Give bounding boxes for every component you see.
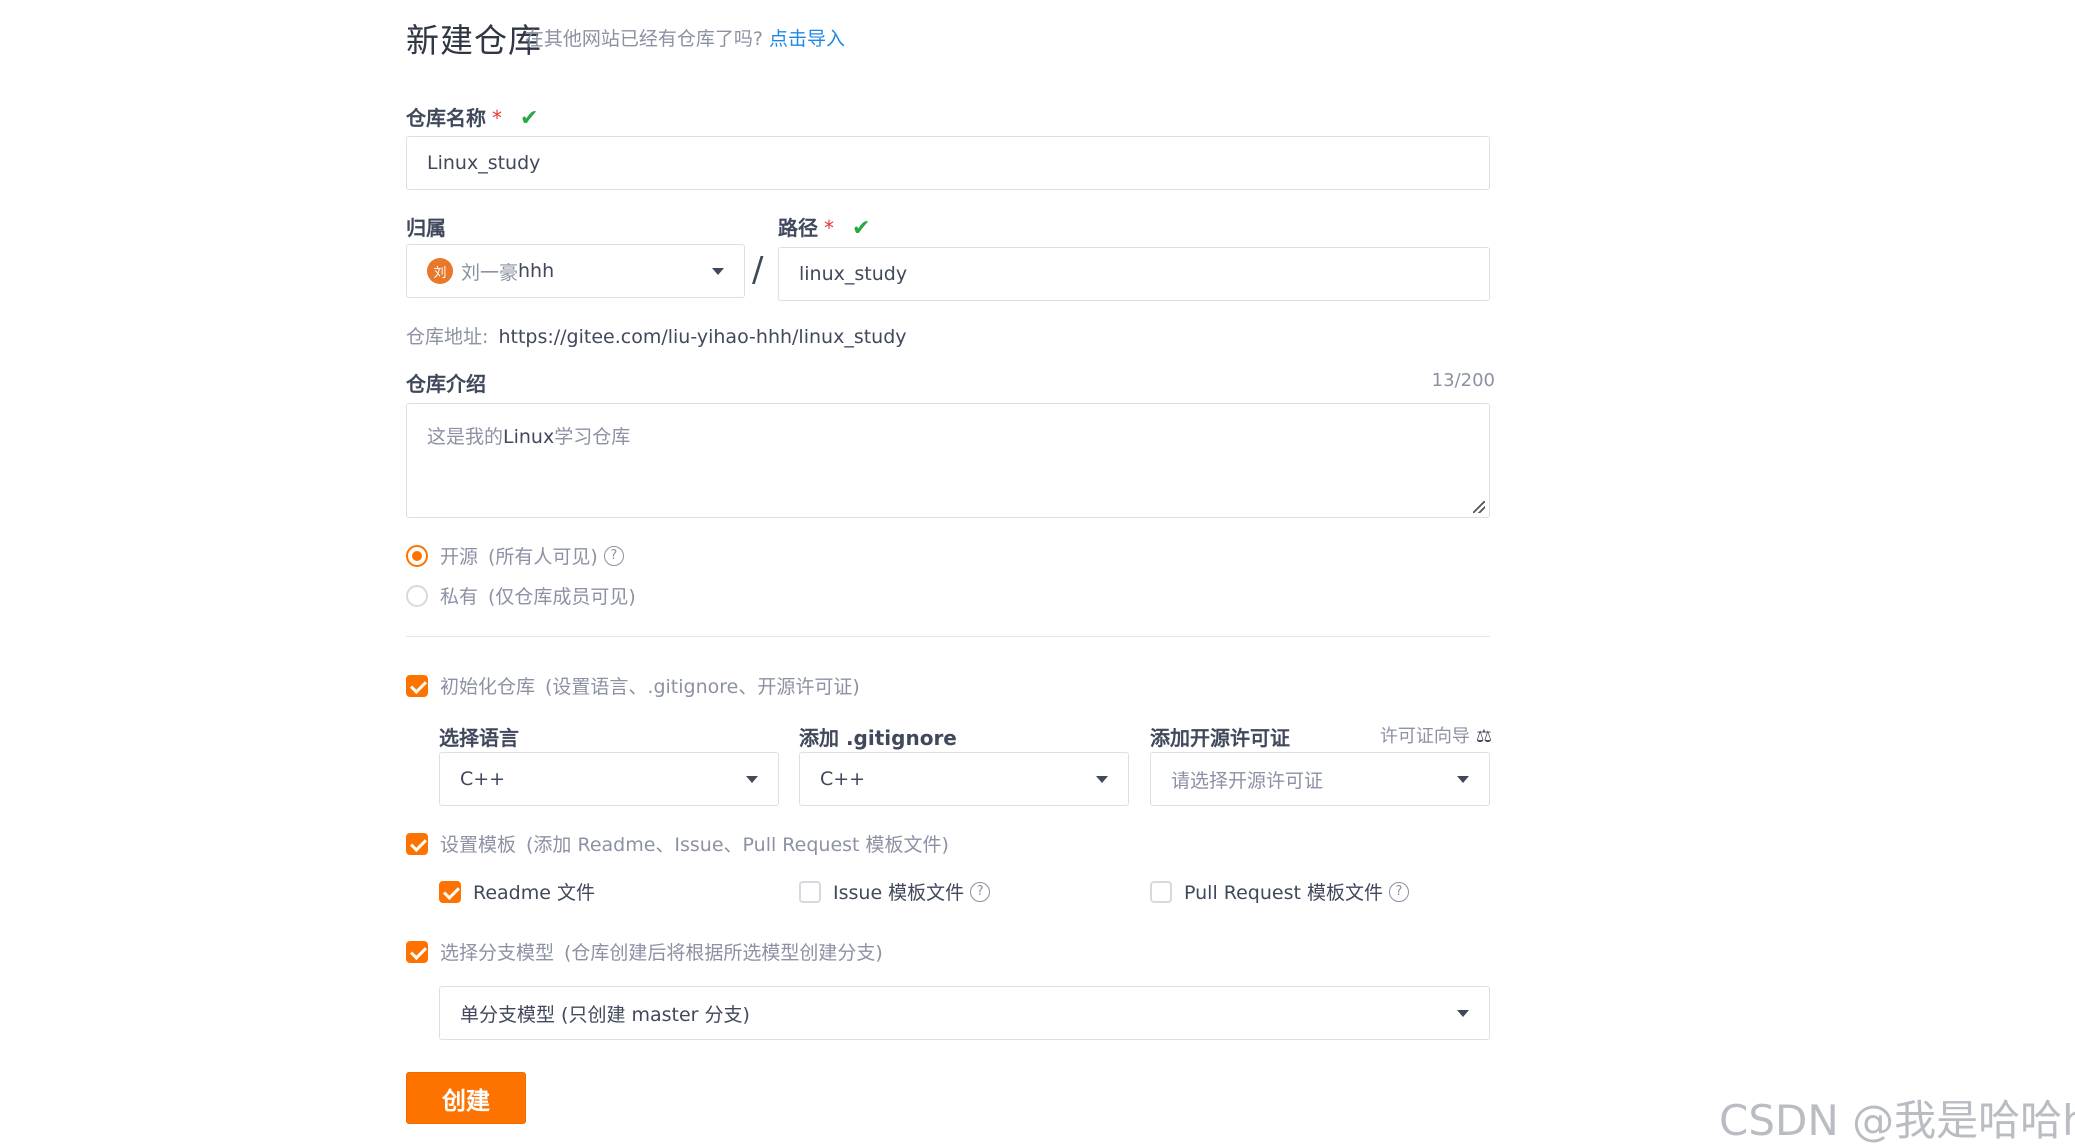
owner-label: 归属 (406, 216, 446, 240)
create-button[interactable]: 创建 (406, 1072, 526, 1124)
repo-url: 仓库地址: https://gitee.com/liu-yihao-hhh/li… (406, 322, 907, 349)
branch-model-value: 单分支模型 (只创建 master 分支) (460, 1003, 750, 1026)
visibility-private-label: 私有 (440, 586, 479, 608)
language-select[interactable]: C++ (439, 752, 779, 806)
templates-option[interactable]: 设置模板 (添加 Readme、Issue、Pull Request 模板文件) (406, 830, 949, 857)
language-value: C++ (460, 768, 506, 790)
templates-checkbox[interactable] (406, 832, 428, 855)
chevron-down-icon (746, 775, 758, 783)
owner-select[interactable]: 刘 刘一豪 hhh (406, 244, 745, 298)
init-repo-hint: (设置语言、.gitignore、开源许可证) (545, 676, 860, 698)
visibility-private-hint: (仅仓库成员可见) (488, 586, 636, 608)
chevron-down-icon (1096, 775, 1108, 783)
license-placeholder: 请选择开源许可证 (1171, 769, 1324, 792)
import-question: 在其他网站已经有仓库了吗? (524, 28, 763, 50)
repo-url-label: 仓库地址: (406, 326, 489, 348)
help-icon[interactable]: ? (603, 545, 624, 566)
visibility-open-hint: (所有人可见) (488, 546, 598, 568)
readme-checkbox[interactable] (439, 880, 461, 903)
required-mark: * (824, 216, 834, 240)
pull-request-checkbox[interactable] (1150, 880, 1172, 903)
gitignore-select[interactable]: C++ (799, 752, 1129, 806)
repo-name-label-text: 仓库名称 (406, 106, 486, 130)
branch-model-hint: (仓库创建后将根据所选模型创建分支) (564, 942, 883, 964)
owner-value: 刘 刘一豪 hhh (427, 258, 554, 285)
language-label: 选择语言 (439, 726, 519, 750)
import-hint: 在其他网站已经有仓库了吗? 点击导入 (525, 24, 845, 51)
license-label: 添加开源许可证 (1150, 726, 1290, 750)
init-repo-label: 初始化仓库 (440, 676, 536, 698)
owner-name-suffix: hhh (518, 260, 555, 282)
license-select[interactable]: 请选择开源许可证 (1150, 752, 1490, 806)
path-value: linux_study (799, 263, 908, 285)
description-suffix: 学习仓库 (554, 426, 631, 448)
radio-private[interactable] (406, 584, 428, 607)
path-label: 路径 * ✔ (778, 212, 870, 241)
branch-model-checkbox[interactable] (406, 940, 428, 963)
scale-icon: ⚖ (1475, 726, 1492, 747)
import-link[interactable]: 点击导入 (769, 28, 845, 50)
issue-label: Issue 模板文件 (833, 882, 965, 904)
watermark: CSDN @我是哈哈hh (1719, 1096, 2075, 1145)
readme-label: Readme 文件 (473, 882, 595, 904)
visibility-private-option[interactable]: 私有 (仅仓库成员可见) (406, 582, 636, 609)
repo-name-label: 仓库名称 * ✔ (406, 102, 538, 131)
repo-name-value: Linux_study (427, 152, 541, 174)
license-guide-link[interactable]: 许可证向导 ⚖ (1380, 722, 1492, 748)
chevron-down-icon (1457, 775, 1469, 783)
template-issue[interactable]: Issue 模板文件 ? (799, 878, 991, 905)
chevron-down-icon (1457, 1009, 1469, 1017)
branch-model-select[interactable]: 单分支模型 (只创建 master 分支) (439, 986, 1490, 1040)
init-repo-checkbox[interactable] (406, 674, 428, 697)
check-icon: ✔ (852, 216, 871, 241)
template-pull-request[interactable]: Pull Request 模板文件 ? (1150, 878, 1409, 905)
path-label-text: 路径 (778, 216, 818, 240)
description-textarea[interactable]: 这是我的Linux学习仓库 (406, 403, 1490, 518)
issue-checkbox[interactable] (799, 880, 821, 903)
templates-label: 设置模板 (440, 834, 517, 856)
divider (406, 636, 1490, 637)
check-icon: ✔ (520, 106, 539, 131)
description-label: 仓库介绍 (406, 372, 486, 396)
templates-hint: (添加 Readme、Issue、Pull Request 模板文件) (526, 834, 949, 856)
repo-name-input[interactable]: Linux_study (406, 136, 1490, 190)
page-title: 新建仓库 (406, 21, 542, 60)
visibility-open-label: 开源 (440, 546, 479, 568)
repo-url-value: https://gitee.com/liu-yihao-hhh/linux_st… (498, 326, 907, 348)
path-separator: / (752, 250, 764, 290)
resize-handle[interactable] (1473, 501, 1485, 513)
description-prefix: 这是我的 (427, 426, 504, 448)
owner-name-prefix: 刘一豪 (461, 261, 519, 284)
description-mid: Linux (503, 426, 555, 448)
required-mark: * (492, 106, 502, 130)
help-icon[interactable]: ? (970, 881, 991, 902)
gitignore-label: 添加 .gitignore (799, 726, 957, 750)
pull-request-label: Pull Request 模板文件 (1184, 882, 1383, 904)
description-counter: 13/200 (1431, 370, 1495, 391)
path-input[interactable]: linux_study (778, 247, 1490, 301)
avatar: 刘 (427, 258, 453, 284)
init-repo-option[interactable]: 初始化仓库 (设置语言、.gitignore、开源许可证) (406, 672, 860, 699)
gitignore-value: C++ (820, 768, 866, 790)
branch-model-option[interactable]: 选择分支模型 (仓库创建后将根据所选模型创建分支) (406, 938, 883, 965)
visibility-open-option[interactable]: 开源 (所有人可见) ? (406, 542, 624, 569)
radio-open[interactable] (406, 544, 428, 567)
license-guide-text: 许可证向导 (1379, 726, 1470, 747)
branch-model-label: 选择分支模型 (440, 942, 555, 964)
chevron-down-icon (712, 267, 724, 275)
help-icon[interactable]: ? (1388, 881, 1409, 902)
template-readme[interactable]: Readme 文件 (439, 878, 595, 905)
